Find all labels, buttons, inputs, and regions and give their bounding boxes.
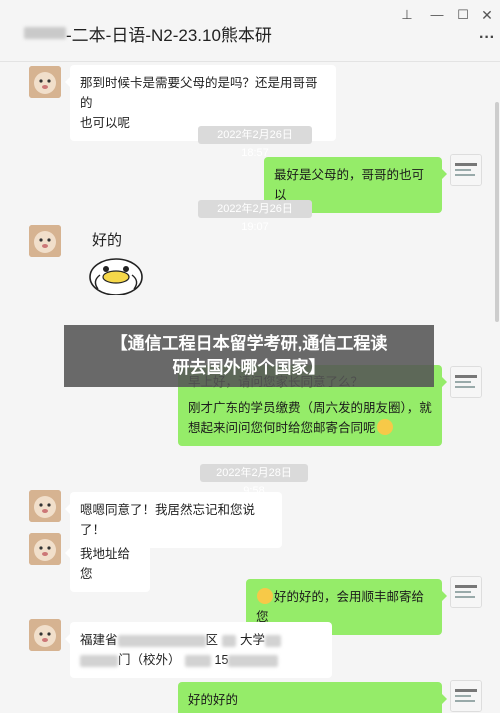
message-text: 刚才广东的学员缴费（周六发的朋友圈），就 xyxy=(188,401,432,415)
message-text: 我地址给您 xyxy=(80,547,131,581)
duck-sticker[interactable]: 好的 xyxy=(78,229,154,295)
my-avatar[interactable] xyxy=(450,680,482,712)
pin-icon[interactable]: ⊥ xyxy=(396,4,418,26)
message-text: 嗯嗯同意了！我居然忘记和您说了！ xyxy=(80,503,256,537)
message-bubble: 我地址给您 xyxy=(65,536,150,592)
chat-area[interactable]: 那到时候卡是需要父母的是吗？还是用哥哥的 也可以呢 2022年2月26日 18:… xyxy=(0,62,494,713)
redacted-text xyxy=(265,634,282,647)
contact-avatar[interactable] xyxy=(29,490,61,522)
title-bar: -二本-日语-N2-23.10熊本研 ⊥ — ☐ ✕ ··· xyxy=(0,0,500,62)
contact-avatar[interactable] xyxy=(29,533,61,565)
my-avatar[interactable] xyxy=(450,154,482,186)
message-text: 想起来问问您何时给您邮寄合同呢 xyxy=(188,421,376,435)
message-text: 门（校外） xyxy=(118,653,181,667)
address-message-bubble: 福建省 区 大学 门（校外） 15 xyxy=(65,622,332,678)
message-text: 福建省 xyxy=(80,633,118,647)
chat-scrollbar[interactable] xyxy=(494,62,500,713)
overlay-title-line: 研去国外哪个国家】 xyxy=(172,358,326,377)
scrollbar-thumb[interactable] xyxy=(495,102,499,322)
minimize-button[interactable]: — xyxy=(426,4,448,26)
redacted-text xyxy=(184,654,211,667)
message-bubble: 好的好的 xyxy=(178,682,447,713)
smile-emoji-icon xyxy=(257,588,273,604)
message-text: 好的好的，会用顺丰邮寄给您 xyxy=(256,590,425,624)
message-text: 最好是父母的，哥哥的也可以 xyxy=(274,168,425,202)
redacted-text xyxy=(222,634,237,647)
maximize-button[interactable]: ☐ xyxy=(452,4,474,26)
contact-avatar[interactable] xyxy=(29,66,61,98)
contact-avatar[interactable] xyxy=(29,225,61,257)
redacted-text xyxy=(117,634,206,647)
contact-avatar[interactable] xyxy=(29,619,61,651)
close-button[interactable]: ✕ xyxy=(476,4,498,26)
message-timestamp: 2022年2月28日 9:58 xyxy=(200,464,308,497)
title-redacted-name xyxy=(24,27,66,39)
sticker-text: 好的 xyxy=(92,232,122,249)
article-title-overlay: 【通信工程日本留学考研,通信工程读 研去国外哪个国家】 xyxy=(64,325,434,387)
message-text: 那到时候卡是需要父母的是吗？还是用哥哥的 xyxy=(80,76,318,110)
message-text: 好的好的 xyxy=(188,693,239,707)
smile-emoji-icon xyxy=(376,419,393,435)
my-avatar[interactable] xyxy=(450,366,482,398)
my-avatar[interactable] xyxy=(450,576,482,608)
message-text: 15 xyxy=(214,653,229,667)
message-text: 区 xyxy=(205,633,219,647)
chat-title: -二本-日语-N2-23.10熊本研 xyxy=(66,26,272,45)
redacted-text xyxy=(228,654,279,667)
message-text: 大学 xyxy=(240,633,266,647)
message-timestamp: 2022年2月26日 18:57 xyxy=(198,126,312,159)
message-timestamp: 2022年2月26日 19:07 xyxy=(198,200,312,233)
more-options-button[interactable]: ··· xyxy=(478,30,496,46)
redacted-text xyxy=(80,654,118,667)
overlay-title-line: 【通信工程日本留学考研,通信工程读 xyxy=(110,334,388,353)
